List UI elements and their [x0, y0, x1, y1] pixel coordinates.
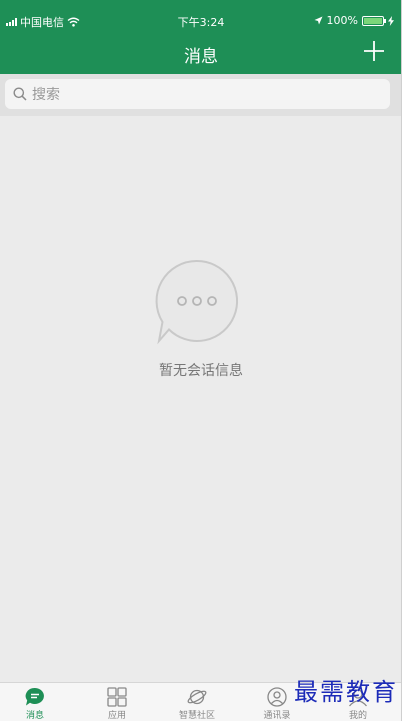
phone-screen: 中国电信 下午3:24 100% 消息 搜索 暂无会话信息 消息 应用 智慧社区…	[0, 0, 402, 721]
status-bar: 中国电信 下午3:24 100%	[0, 0, 401, 30]
tab-label-messages: 消息	[25, 711, 44, 721]
watermark: 最需教育	[294, 678, 398, 706]
navigation-bar: 消息	[0, 30, 401, 74]
plus-icon	[364, 41, 384, 61]
battery-icon	[362, 15, 386, 26]
charging-bolt-icon	[388, 15, 394, 26]
tab-label-smart-community: 智慧社区	[178, 711, 215, 721]
page-title: 消息	[184, 47, 218, 67]
tab-apps[interactable]: 应用	[77, 683, 157, 721]
status-bar-right: 100%	[314, 14, 394, 27]
chat-bubble-ellipsis-icon	[155, 259, 239, 345]
apps-grid-icon	[107, 687, 127, 707]
location-arrow-icon	[314, 16, 323, 25]
tab-label-apps: 应用	[107, 711, 126, 721]
search-icon	[13, 87, 27, 101]
search-placeholder: 搜索	[32, 87, 60, 103]
add-button[interactable]	[362, 39, 386, 63]
battery-percent: 100%	[326, 14, 358, 27]
tab-smart-community[interactable]: 智慧社区	[157, 683, 237, 721]
planet-icon	[187, 689, 207, 705]
empty-state-text: 暂无会话信息	[159, 363, 243, 379]
contacts-icon	[267, 687, 287, 707]
tab-label-contacts: 通讯录	[263, 711, 291, 721]
tab-messages[interactable]: 消息	[0, 683, 75, 721]
tab-label-mine: 我的	[348, 711, 367, 721]
battery-level	[364, 17, 382, 24]
search-input[interactable]: 搜索	[5, 79, 390, 109]
chat-bubble-icon	[25, 687, 44, 706]
search-bar: 搜索	[0, 74, 401, 116]
